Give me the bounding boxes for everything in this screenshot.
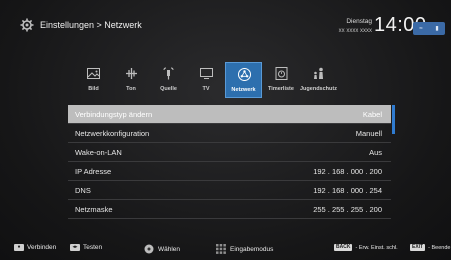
picture-icon	[86, 66, 101, 81]
hint-back-label: - Erw. Einst. schl.	[355, 244, 398, 251]
tab-timerliste[interactable]: Timerliste	[263, 62, 300, 98]
ok-key-icon: ●	[14, 244, 24, 251]
list-scrollbar[interactable]	[392, 105, 395, 134]
exit-key: EXIT	[410, 244, 426, 251]
hint-exit: EXIT - Beende	[410, 244, 450, 251]
setting-label: Netzwerkkonfiguration	[75, 129, 150, 138]
tab-label: Ton	[126, 86, 136, 92]
setting-row-dns[interactable]: DNS 192 . 168 . 000 . 254	[68, 181, 391, 200]
breadcrumb: Einstellungen > Netzwerk	[40, 20, 142, 30]
setting-label: DNS	[75, 186, 91, 195]
hint-connect: ● Verbinden	[14, 244, 56, 251]
hint-input-mode: Eingabemodus	[216, 244, 273, 254]
date-label: xx xxxx xxxx	[338, 28, 372, 34]
hint-back: BACK - Erw. Einst. schl.	[334, 244, 398, 251]
setting-label: Wake-on-LAN	[75, 148, 122, 157]
setting-row-connection-type[interactable]: Verbindungstyp ändern Kabel	[68, 105, 391, 124]
status-indicator: ≈ ▮	[413, 22, 445, 35]
wifi-icon: ≈	[419, 25, 423, 32]
hint-select: Wählen	[144, 244, 180, 254]
setting-value: Kabel	[362, 110, 382, 119]
settings-list: Verbindungstyp ändern Kabel Netzwerkkonf…	[68, 105, 391, 219]
tab-jugendschutz[interactable]: Jugendschutz	[300, 62, 337, 98]
keypad-icon	[216, 244, 226, 254]
tv-icon	[199, 66, 214, 81]
setting-value: Aus	[369, 148, 382, 157]
footer-hints: ● Verbinden ◂▸ Testen Wählen Eingabemodu…	[0, 238, 451, 260]
setting-label: IP Adresse	[75, 167, 112, 176]
source-icon	[161, 66, 176, 81]
setting-value: 192 . 168 . 000 . 200	[313, 167, 382, 176]
hint-exit-label: - Beende	[428, 244, 451, 251]
dpad-icon	[144, 244, 154, 254]
tab-label: Bild	[88, 86, 99, 92]
tab-bild[interactable]: Bild	[75, 62, 112, 98]
hint-select-label: Wählen	[158, 245, 181, 253]
back-key: BACK	[334, 244, 353, 251]
setting-value: 192 . 168 . 000 . 254	[313, 186, 382, 195]
setting-row-wake-on-lan[interactable]: Wake-on-LAN Aus	[68, 143, 391, 162]
tab-label: Timerliste	[268, 86, 294, 92]
setting-row-network-config[interactable]: Netzwerkkonfiguration Manuell	[68, 124, 391, 143]
tab-label: Netzwerk	[231, 87, 256, 93]
tab-ton[interactable]: Ton	[113, 62, 150, 98]
tab-netzwerk[interactable]: Netzwerk	[225, 62, 262, 98]
setting-value: 255 . 255 . 255 . 200	[313, 205, 382, 214]
tab-tv[interactable]: TV	[188, 62, 225, 98]
tab-label: Jugendschutz	[300, 86, 337, 92]
hint-input-mode-label: Eingabemodus	[230, 245, 274, 253]
tab-label: Quelle	[160, 86, 177, 92]
gear-icon	[20, 18, 34, 32]
setting-row-ip-address[interactable]: IP Adresse 192 . 168 . 000 . 200	[68, 162, 391, 181]
tab-quelle[interactable]: Quelle	[150, 62, 187, 98]
arrows-key-icon: ◂▸	[70, 244, 80, 251]
hint-test: ◂▸ Testen	[70, 244, 102, 251]
sound-icon	[124, 66, 139, 81]
signal-icon: ▮	[435, 26, 439, 32]
category-tabs: Bild Ton Quelle TV Netzwerk Timerliste J…	[75, 62, 375, 100]
tab-label: TV	[202, 86, 210, 92]
hint-connect-label: Verbinden	[27, 244, 57, 251]
setting-value: Manuell	[355, 129, 382, 138]
network-icon	[237, 67, 252, 82]
setting-row-netmask[interactable]: Netzmaske 255 . 255 . 255 . 200	[68, 200, 391, 219]
setting-label: Netzmaske	[75, 205, 113, 214]
day-label: Dienstag	[346, 18, 372, 25]
top-bar: Einstellungen > Netzwerk Dienstag xx xxx…	[0, 0, 451, 52]
timer-icon	[274, 66, 289, 81]
parental-icon	[311, 66, 326, 81]
setting-label: Verbindungstyp ändern	[75, 110, 153, 119]
hint-test-label: Testen	[83, 244, 103, 251]
